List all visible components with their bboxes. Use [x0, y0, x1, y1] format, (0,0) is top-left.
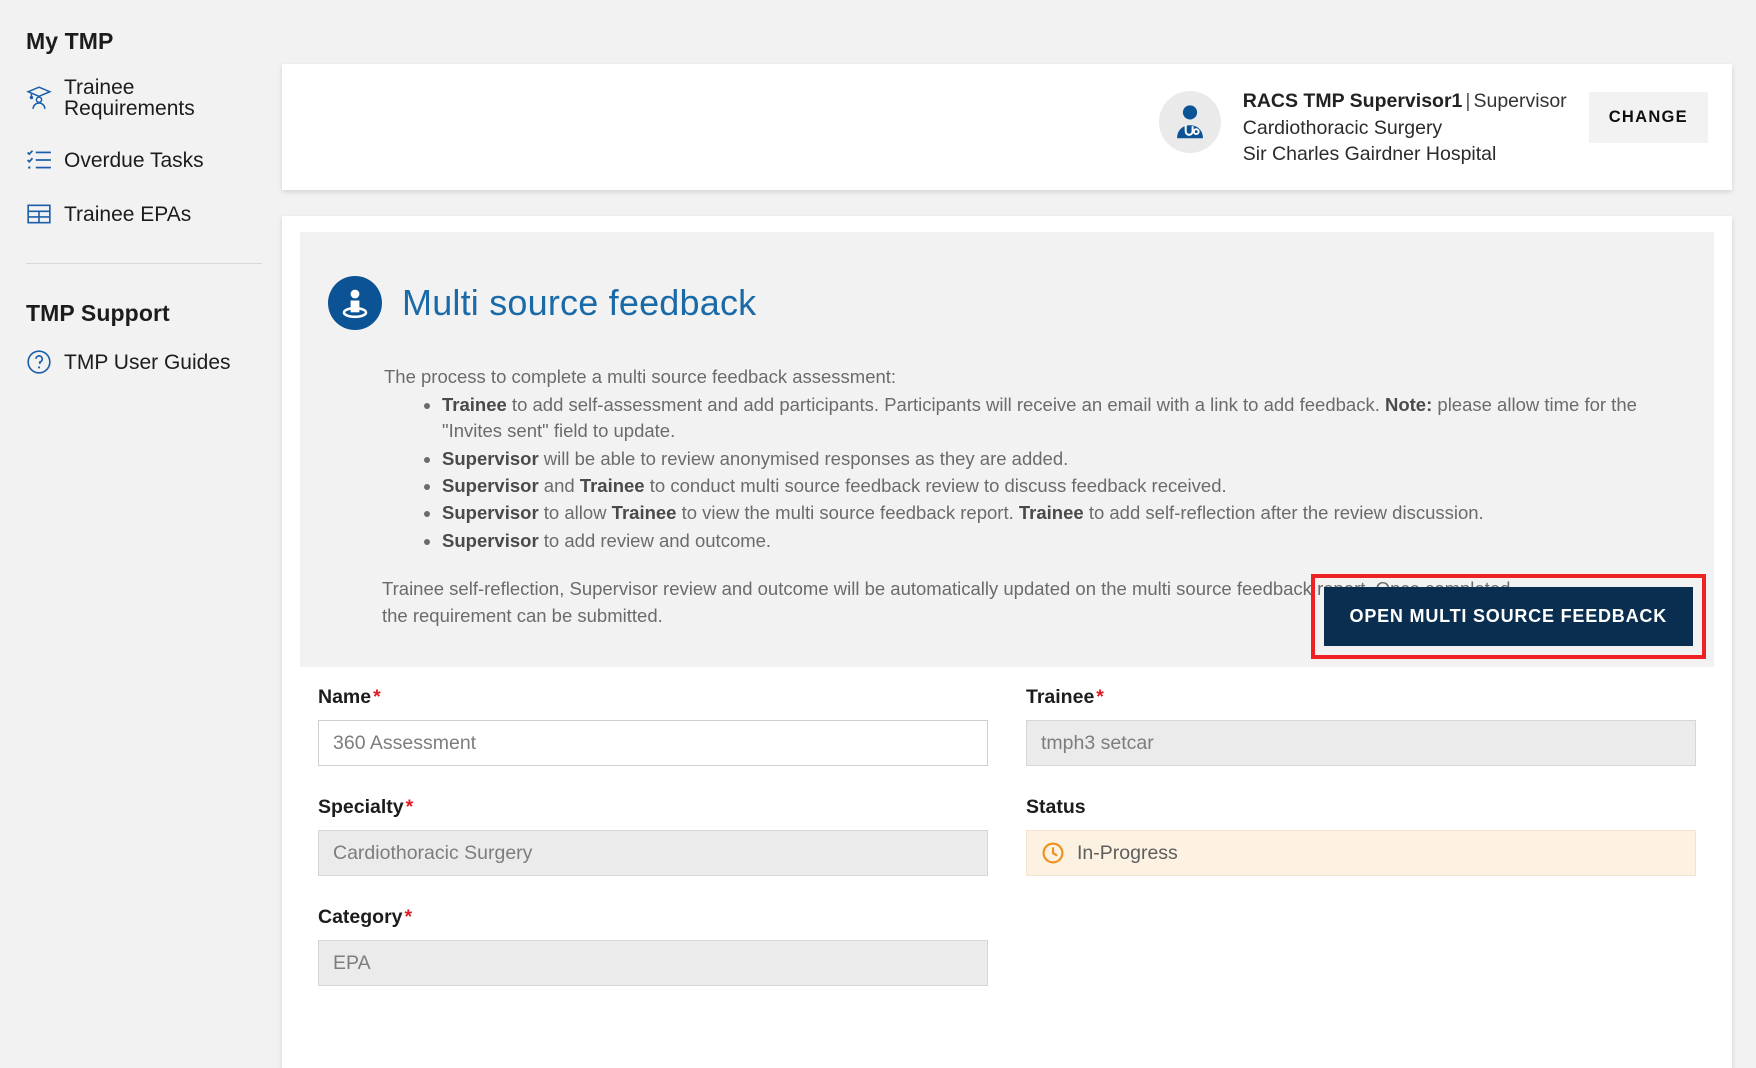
step-actor: Supervisor — [442, 475, 539, 497]
in-progress-icon — [1041, 841, 1065, 865]
sidebar-item-tmp-user-guides[interactable]: TMP User Guides — [26, 349, 258, 375]
field-label-category: Category * — [318, 906, 988, 929]
field-category: Category * EPA — [318, 906, 988, 986]
list-item: Trainee to add self-assessment and add p… — [442, 392, 1686, 445]
list-item: Supervisor and Trainee to conduct multi … — [442, 473, 1686, 499]
msf-info-panel: Multi source feedback The process to com… — [300, 232, 1714, 667]
open-multi-source-feedback-button[interactable]: OPEN MULTI SOURCE FEEDBACK — [1323, 587, 1693, 646]
sidebar-divider — [26, 263, 262, 264]
profile-name: RACS TMP Supervisor1 — [1242, 90, 1463, 112]
list-item: Supervisor to add review and outcome. — [442, 528, 1686, 554]
field-label-trainee: Trainee * — [1026, 686, 1696, 709]
profile-hospital: Sir Charles Gairdner Hospital — [1242, 143, 1497, 166]
step-text-2: to conduct multi source feedback review … — [644, 475, 1227, 497]
app-page: My TMP Trainee Requirements Overdue Task… — [0, 0, 1756, 1068]
step-text: to add review and outcome. — [538, 529, 772, 551]
checklist-icon — [26, 147, 52, 173]
page-title: Multi source feedback — [402, 282, 757, 324]
list-item: Supervisor will be able to review anonym… — [442, 446, 1686, 472]
step-actor: Supervisor — [442, 502, 539, 524]
main-card: Multi source feedback The process to com… — [282, 216, 1732, 1068]
sidebar-item-overdue-tasks[interactable]: Overdue Tasks — [26, 147, 258, 173]
label-text: Trainee — [1026, 686, 1095, 708]
list-item: Supervisor to allow Trainee to view the … — [442, 500, 1686, 526]
field-label-status: Status — [1026, 796, 1696, 819]
profile-card: RACS TMP Supervisor1 | Supervisor Cardioth… — [282, 64, 1732, 190]
required-marker: * — [1096, 686, 1104, 708]
required-marker: * — [373, 686, 381, 708]
msf-intro: The process to complete a multi source f… — [384, 366, 897, 388]
field-status: Status In-Progress — [1026, 796, 1696, 876]
sidebar-heading-tmp-support: TMP Support — [26, 300, 170, 326]
sidebar-item-label: Trainee EPAs — [64, 202, 192, 226]
name-input[interactable]: 360 Assessment — [318, 720, 988, 766]
profile-row: RACS TMP Supervisor1 | Supervisor Cardioth… — [1158, 88, 1708, 168]
field-specialty: Specialty * Cardiothoracic Surgery — [318, 796, 988, 876]
step-note-label: Note: — [1384, 394, 1433, 416]
sidebar-heading-my-tmp: My TMP — [26, 28, 114, 54]
profile-name-line: RACS TMP Supervisor1 | Supervisor — [1243, 88, 1567, 115]
specialty-input: Cardiothoracic Surgery — [318, 830, 988, 876]
step-actor: Supervisor — [442, 447, 539, 469]
category-input: EPA — [318, 940, 988, 986]
label-text: Specialty — [318, 796, 404, 818]
required-marker: * — [405, 796, 414, 818]
step-text: to add self-assessment and add participa… — [506, 394, 1385, 416]
field-name: Name * 360 Assessment — [318, 686, 988, 766]
requirement-form: Name * 360 Assessment Trainee * tmph3 setc… — [318, 686, 1696, 1016]
label-text: Status — [1026, 796, 1086, 818]
sidebar-item-trainee-requirements[interactable]: Trainee Requirements — [26, 77, 258, 119]
step-actor: Trainee — [442, 394, 507, 416]
field-trainee: Trainee * tmph3 setcar — [1026, 686, 1696, 766]
step-text: will be able to review anonymised respon… — [538, 447, 1069, 469]
sidebar: My TMP Trainee Requirements Overdue Task… — [0, 0, 282, 1068]
table-icon — [26, 201, 52, 227]
step-actor-2: Trainee — [611, 502, 677, 524]
doctor-avatar-icon — [1176, 105, 1203, 139]
status-value: In-Progress — [1077, 841, 1178, 864]
msf-header: Multi source feedback — [328, 258, 1686, 348]
required-marker — [1086, 796, 1088, 818]
label-text: Name — [318, 686, 372, 708]
profile-specialty: Cardiothoracic Surgery — [1242, 116, 1443, 139]
sidebar-item-label: Overdue Tasks — [64, 148, 204, 172]
step-text: and — [538, 475, 580, 497]
question-circle-icon — [26, 349, 52, 375]
person-in-circle-icon — [328, 276, 382, 331]
open-msf-highlight: OPEN MULTI SOURCE FEEDBACK — [1310, 574, 1706, 659]
profile-text: RACS TMP Supervisor1 | Supervisor Cardioth… — [1243, 88, 1567, 168]
sidebar-item-label: Trainee Requirements — [64, 76, 195, 120]
status-badge: In-Progress — [1026, 830, 1696, 876]
sidebar-item-label: TMP User Guides — [64, 350, 231, 374]
step-actor: Supervisor — [442, 529, 539, 551]
step-text-2: to view the multi source feedback report… — [676, 502, 1019, 524]
field-label-name: Name * — [318, 686, 988, 709]
required-marker: * — [404, 906, 413, 928]
step-text-3: to add self-reflection after the review … — [1083, 502, 1484, 524]
sidebar-item-trainee-epas[interactable]: Trainee EPAs — [26, 201, 258, 227]
trainee-input: tmph3 setcar — [1026, 720, 1696, 766]
avatar — [1158, 91, 1221, 153]
step-text: to allow — [538, 502, 612, 524]
graduate-icon — [26, 85, 52, 111]
field-spacer — [1026, 906, 1696, 986]
label-text: Category — [318, 906, 403, 928]
change-button[interactable]: CHANGE — [1588, 92, 1708, 143]
field-label-specialty: Specialty * — [318, 796, 988, 819]
step-actor-3: Trainee — [1018, 502, 1084, 524]
profile-role: Supervisor — [1473, 90, 1567, 112]
profile-separator: | — [1465, 90, 1471, 112]
msf-steps-list: Trainee to add self-assessment and add p… — [384, 392, 1686, 554]
step-actor-2: Trainee — [579, 475, 645, 497]
